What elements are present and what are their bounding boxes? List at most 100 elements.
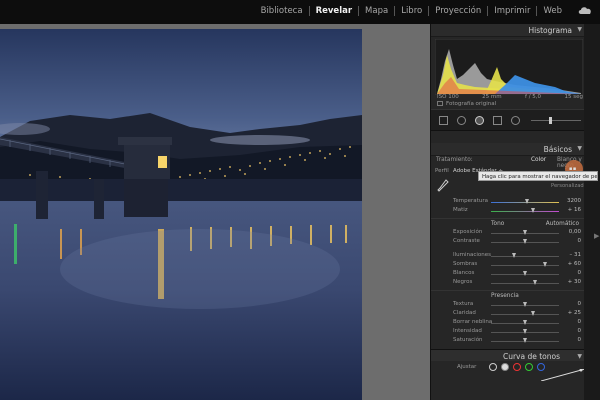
slider-label: Iluminaciones: [453, 252, 492, 258]
photo-icon: [437, 101, 443, 106]
eyedropper-icon[interactable]: [437, 179, 449, 193]
slider-knob[interactable]: [532, 280, 537, 285]
slider-value[interactable]: + 30: [568, 279, 581, 285]
slider-label: Exposición: [453, 229, 483, 235]
red-channel-icon[interactable]: [513, 363, 521, 371]
exif-info: ISO 100 25 mm f / 5,0 15 seg: [437, 94, 583, 100]
red-eye-icon[interactable]: [475, 116, 484, 125]
tono-label: Tono: [491, 221, 505, 227]
slider-value[interactable]: 0: [578, 337, 582, 343]
slider-knob[interactable]: [530, 208, 535, 213]
slider-value[interactable]: 0: [578, 328, 582, 334]
module-2[interactable]: Mapa: [359, 5, 394, 17]
histogram-graph[interactable]: [435, 39, 583, 95]
slider-knob[interactable]: [522, 239, 527, 244]
slider-knob[interactable]: [522, 338, 527, 343]
slider-row: Claridad + 25: [431, 309, 586, 318]
histogram-header[interactable]: Histograma ▼: [431, 24, 586, 37]
module-5[interactable]: Imprimir: [488, 5, 536, 17]
radial-filter-icon[interactable]: [511, 116, 520, 125]
slider-row: Sombras + 60: [431, 260, 586, 269]
original-photo-toggle[interactable]: Fotografía original: [437, 101, 496, 107]
graduated-filter-icon[interactable]: [493, 116, 502, 125]
slider-knob[interactable]: [531, 311, 536, 316]
brush-slider-knob[interactable]: [549, 117, 552, 124]
slider-value[interactable]: + 60: [568, 261, 581, 267]
spot-removal-icon[interactable]: [457, 116, 466, 125]
develop-right-panel: Histograma ▼ ISO 100 25 mm f / 5,0 15 se…: [430, 24, 587, 400]
slider-knob[interactable]: [525, 199, 530, 204]
profile-browser-tooltip: Haga clic para mostrar el navegador de p…: [478, 171, 598, 181]
point-curve-icon[interactable]: [489, 363, 497, 371]
slider-knob[interactable]: [542, 262, 547, 267]
slider-value[interactable]: 0: [578, 238, 582, 244]
tono-subheader: Tono Automático: [431, 218, 586, 228]
collapse-triangle-icon[interactable]: ▼: [577, 26, 582, 33]
slider-knob[interactable]: [511, 253, 516, 258]
tone-sliders-2: Iluminaciones – 31 Sombras + 60 Blancos 0 Negr…: [431, 251, 586, 287]
histogram-title: Histograma: [528, 26, 572, 35]
tool-strip: [431, 109, 586, 131]
wb-sliders: Temperatura 3200 Matiz + 16: [431, 197, 586, 215]
slider-track[interactable]: [491, 256, 559, 257]
slider-track[interactable]: [491, 265, 559, 266]
shutter-value: 15 seg: [564, 94, 583, 100]
slider-label: Sombras: [453, 261, 478, 267]
focal-length-value: 25 mm: [482, 94, 502, 100]
aperture-value: f / 5,0: [525, 94, 542, 100]
iso-value: ISO 100: [437, 94, 459, 100]
slider-value[interactable]: + 16: [568, 207, 581, 213]
slider-row: Textura 0: [431, 300, 586, 309]
treatment-color-option[interactable]: Color: [531, 157, 546, 163]
module-4[interactable]: Proyección: [429, 5, 487, 17]
slider-value[interactable]: 0: [578, 301, 582, 307]
slider-row: Intensidad 0: [431, 327, 586, 336]
slider-track[interactable]: [491, 314, 559, 315]
module-1[interactable]: Revelar: [310, 5, 358, 17]
histogram-panel[interactable]: ISO 100 25 mm f / 5,0 15 seg Fotografía …: [431, 37, 586, 109]
slider-label: Negros: [453, 279, 473, 285]
crop-tool-icon[interactable]: [439, 116, 448, 125]
slider-label: Intensidad: [453, 328, 482, 334]
slider-value[interactable]: 0: [578, 270, 582, 276]
module-3[interactable]: Libro: [395, 5, 428, 17]
slider-value[interactable]: – 31: [570, 252, 582, 258]
slider-value[interactable]: 0: [578, 319, 582, 325]
slider-knob[interactable]: [522, 271, 527, 276]
collapse-triangle-icon[interactable]: ▼: [577, 145, 582, 152]
auto-tone-button[interactable]: Automático: [546, 221, 579, 227]
white-channel-icon[interactable]: [501, 363, 509, 371]
slider-label: Borrar neblina: [453, 319, 493, 325]
tratamiento-row: Tratamiento: Color Blanco y negro: [431, 156, 586, 169]
panel-toggle-icon[interactable]: ▶: [594, 232, 599, 240]
curva-header[interactable]: Curva de tonos ▼: [431, 349, 586, 361]
slider-label: Textura: [453, 301, 474, 307]
presence-sliders: Textura 0 Claridad + 25 Borrar neblina 0 Inten…: [431, 300, 586, 345]
slider-label: Temperatura: [453, 198, 488, 204]
curva-title: Curva de tonos: [502, 352, 560, 361]
slider-knob[interactable]: [522, 302, 527, 307]
slider-value[interactable]: 3200: [567, 198, 581, 204]
slider-track[interactable]: [491, 283, 559, 284]
slider-label: Saturación: [453, 337, 483, 343]
slider-label: Blancos: [453, 270, 475, 276]
slider-label: Claridad: [453, 310, 476, 316]
slider-row: Borrar neblina 0: [431, 318, 586, 327]
brush-slider-track[interactable]: [531, 120, 581, 121]
tone-curve-graph[interactable]: [541, 369, 585, 381]
slider-track[interactable]: [491, 211, 559, 212]
green-channel-icon[interactable]: [525, 363, 533, 371]
slider-knob[interactable]: [522, 230, 527, 235]
module-0[interactable]: Biblioteca: [255, 5, 309, 17]
slider-row: Saturación 0: [431, 336, 586, 345]
basicos-title: Básicos: [543, 145, 572, 154]
basicos-header[interactable]: Básicos ▼: [431, 143, 586, 156]
slider-value[interactable]: + 25: [568, 310, 581, 316]
slider-knob[interactable]: [522, 329, 527, 334]
module-6[interactable]: Web: [537, 5, 568, 17]
collapse-triangle-icon[interactable]: ▼: [577, 353, 582, 360]
photo-preview[interactable]: [0, 29, 362, 400]
slider-knob[interactable]: [522, 320, 527, 325]
cloud-sync-icon[interactable]: [578, 6, 592, 15]
slider-value[interactable]: 0,00: [569, 229, 581, 235]
